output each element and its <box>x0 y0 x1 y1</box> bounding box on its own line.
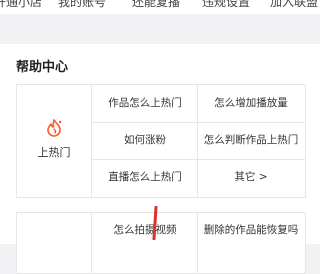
link-works-trending[interactable]: 作品怎么上热门 <box>92 89 198 117</box>
link-increase-views[interactable]: 怎么增加播放量 <box>198 89 304 117</box>
fire-icon <box>47 119 62 137</box>
link-gain-followers[interactable]: 如何涨粉 <box>92 126 198 154</box>
hot-topics-group: 上热门 作品怎么上热门 怎么增加播放量 如何涨粉 怎么判断作品上热门 直播怎么上… <box>16 84 306 198</box>
top-tab-bar: 开通小店 我的账号 还能复播 违规设置 加入联盟 <box>0 0 320 14</box>
tab-my-account[interactable]: 我的账号 <box>58 0 106 10</box>
hot-topics-label: 上热门 <box>37 146 71 159</box>
link-live-trending[interactable]: 直播怎么上热门 <box>92 163 198 191</box>
group-side-panel <box>17 213 92 273</box>
help-center-card: 帮助中心 上热门 作品怎么上热门 怎么增加播放量 如何涨粉 怎么判断作品上热门 … <box>0 44 320 274</box>
tab-violation[interactable]: 违规设置 <box>202 0 250 10</box>
shooting-group: 怎么拍摄视频 删除的作品能恢复吗 <box>16 212 306 274</box>
red-scribble-mark <box>152 206 158 240</box>
link-judge-trending[interactable]: 怎么判断作品上热门 <box>198 126 304 154</box>
group-side-panel: 上热门 <box>17 85 92 197</box>
link-more[interactable]: 其它 > <box>198 163 304 191</box>
grid-divider <box>91 122 305 123</box>
help-center-title: 帮助中心 <box>16 60 69 75</box>
tab-replay[interactable]: 还能复播 <box>132 0 180 10</box>
tab-open-store[interactable]: 开通小店 <box>0 0 42 10</box>
grid-divider <box>91 159 305 160</box>
tab-join[interactable]: 加入联盟 <box>270 0 318 10</box>
